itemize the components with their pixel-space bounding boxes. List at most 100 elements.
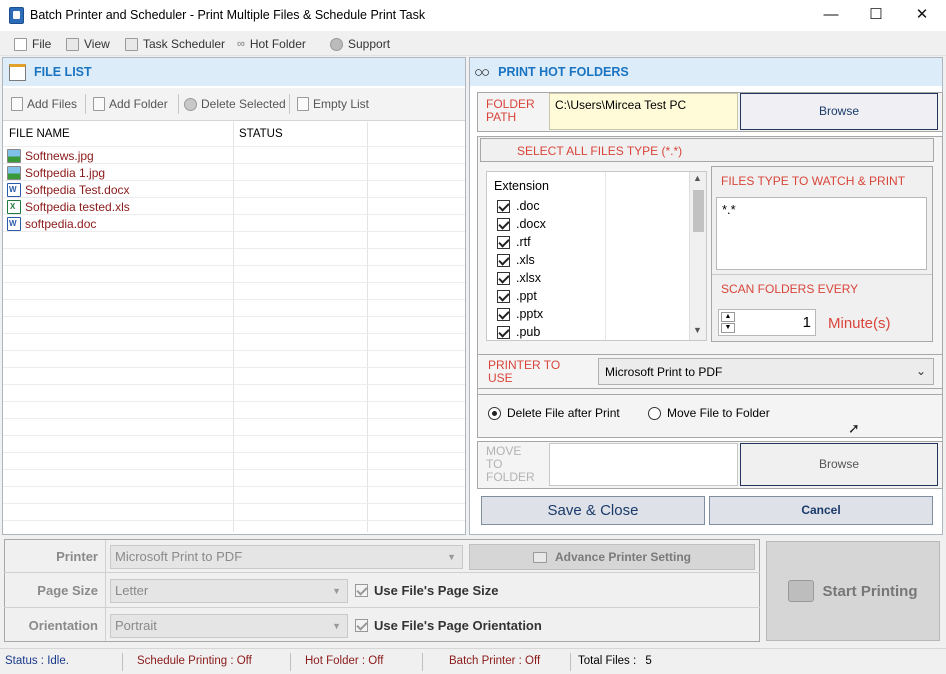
extension-checkbox[interactable] (497, 235, 510, 249)
file-icon (14, 37, 27, 51)
extension-scrollbar[interactable]: ▲ ▼ (689, 172, 706, 340)
row-divider (3, 469, 465, 470)
minimize-button[interactable]: — (808, 0, 854, 31)
maximize-button[interactable]: ☐ (853, 0, 899, 31)
printer-select[interactable]: Microsoft Print to PDF ⌄ (598, 358, 934, 385)
add-folder-button[interactable]: Add Folder (93, 97, 168, 111)
extension-item[interactable]: .ppt (497, 287, 537, 305)
calendar-icon (125, 37, 138, 51)
extension-checkbox[interactable] (497, 307, 510, 321)
extension-item[interactable]: .rtf (497, 233, 531, 251)
column-header-status[interactable]: STATUS (239, 128, 283, 140)
table-row[interactable]: softpedia.doc (7, 215, 96, 232)
glasses-icon: ∞ (237, 38, 245, 50)
empty-list-icon (297, 97, 309, 111)
total-files-label: Total Files : (578, 655, 640, 667)
print-settings-area: Printer Microsoft Print to PDF ▼ Advance… (2, 537, 943, 647)
page-size-select[interactable]: Letter ▼ (110, 579, 348, 603)
table-row[interactable]: Softpedia Test.docx (7, 181, 130, 198)
mouse-cursor-icon: ➚ (848, 420, 860, 436)
extension-item[interactable]: .xlsx (497, 269, 541, 287)
start-printing-button[interactable]: Start Printing (766, 541, 940, 641)
window-title: Batch Printer and Scheduler - Print Mult… (30, 8, 426, 22)
extension-checkbox[interactable] (497, 271, 510, 285)
extension-list[interactable]: Extension .doc .docx .rtf .xls .xlsx .pp… (486, 171, 707, 341)
menu-view[interactable]: View (66, 35, 110, 53)
empty-list-button[interactable]: Empty List (297, 97, 369, 111)
orientation-select[interactable]: Portrait ▼ (110, 614, 348, 638)
file-name: Softnews.jpg (25, 148, 94, 163)
word-file-icon (7, 216, 21, 231)
menu-hot-folder[interactable]: ∞ Hot Folder (237, 35, 306, 53)
use-file-orientation-checkbox[interactable]: Use File's Page Orientation (355, 618, 542, 633)
close-button[interactable]: ✕ (899, 0, 945, 31)
row-divider (3, 333, 465, 334)
file-toolbar: Add Files Add Folder Delete Selected Emp… (3, 88, 465, 121)
column-header-file-name[interactable]: FILE NAME (9, 128, 70, 140)
notepad-icon (9, 63, 26, 81)
file-name: Softpedia Test.docx (25, 182, 130, 197)
save-close-button[interactable]: Save & Close (481, 496, 705, 525)
extension-checkbox[interactable] (497, 253, 510, 267)
chevron-down-icon: ▼ (332, 621, 341, 631)
menu-file[interactable]: File (14, 35, 51, 53)
scroll-down-icon[interactable]: ▼ (693, 325, 702, 335)
browse-folder-button[interactable]: Browse (740, 93, 938, 130)
extension-item[interactable]: .pub (497, 323, 541, 340)
radio-button[interactable] (488, 406, 501, 420)
cancel-button[interactable]: Cancel (709, 496, 933, 525)
delete-selected-button[interactable]: Delete Selected (184, 97, 286, 111)
checkbox[interactable] (355, 619, 368, 632)
file-list-panel: FILE LIST Add Files Add Folder Delete Se… (2, 57, 466, 535)
extension-checkbox[interactable] (497, 325, 510, 339)
radio-delete-file[interactable]: Delete File after Print (488, 406, 620, 420)
scroll-up-icon[interactable]: ▲ (693, 173, 702, 183)
divider (712, 274, 932, 275)
add-files-label: Add Files (27, 97, 78, 111)
file-name: softpedia.doc (25, 216, 97, 231)
extension-label: .doc (516, 199, 540, 213)
extension-checkbox[interactable] (497, 289, 510, 303)
use-file-page-size-checkbox[interactable]: Use File's Page Size (355, 583, 498, 598)
printer-select-bottom-value: Microsoft Print to PDF (115, 549, 243, 564)
add-folder-label: Add Folder (109, 97, 168, 111)
table-row[interactable]: Softnews.jpg (7, 147, 94, 164)
use-file-orientation-label: Use File's Page Orientation (374, 618, 542, 633)
watch-pattern-input[interactable]: *.* (716, 197, 927, 270)
advance-printer-setting-button[interactable]: Advance Printer Setting (469, 544, 755, 570)
stepper-down-icon[interactable]: ▼ (721, 323, 735, 333)
extension-item[interactable]: .xls (497, 251, 535, 269)
row-divider (3, 282, 465, 283)
row-divider (3, 299, 465, 300)
status-bar: Status : Idle. Schedule Printing : Off H… (0, 648, 946, 674)
toolbar-separator (289, 94, 290, 114)
extension-label: .pub (516, 325, 541, 339)
stepper-up-icon[interactable]: ▲ (721, 312, 735, 322)
excel-file-icon (7, 199, 21, 214)
move-to-folder-input[interactable] (549, 443, 738, 486)
checkbox[interactable] (355, 584, 368, 597)
table-row[interactable]: Softpedia 1.jpg (7, 164, 105, 181)
image-file-icon (7, 165, 21, 180)
radio-button[interactable] (648, 406, 661, 420)
radio-move-file[interactable]: Move File to Folder (648, 406, 770, 420)
table-row[interactable]: Softpedia tested.xls (7, 198, 130, 215)
folder-path-input[interactable]: C:\Users\Mircea Test PC (549, 93, 738, 130)
extension-checkbox[interactable] (497, 217, 510, 231)
extension-item[interactable]: .pptx (497, 305, 543, 323)
printer-icon (532, 551, 547, 563)
orientation-label: Orientation (28, 618, 98, 633)
file-name: Softpedia 1.jpg (25, 165, 106, 180)
scrollbar-thumb[interactable] (693, 190, 704, 232)
extension-item[interactable]: .docx (497, 215, 546, 233)
extension-checkbox[interactable] (497, 199, 510, 213)
status-separator (122, 653, 123, 671)
menu-support[interactable]: Support (330, 35, 390, 53)
scan-interval-stepper[interactable]: ▲ ▼ 1 (718, 309, 816, 336)
browse-move-folder-button[interactable]: Browse (740, 443, 938, 486)
add-files-button[interactable]: Add Files (11, 97, 77, 111)
extension-item[interactable]: .doc (497, 197, 540, 215)
menu-task-scheduler[interactable]: Task Scheduler (125, 35, 225, 53)
printer-select-bottom[interactable]: Microsoft Print to PDF ▼ (110, 545, 463, 569)
menu-file-label: File (32, 37, 52, 51)
